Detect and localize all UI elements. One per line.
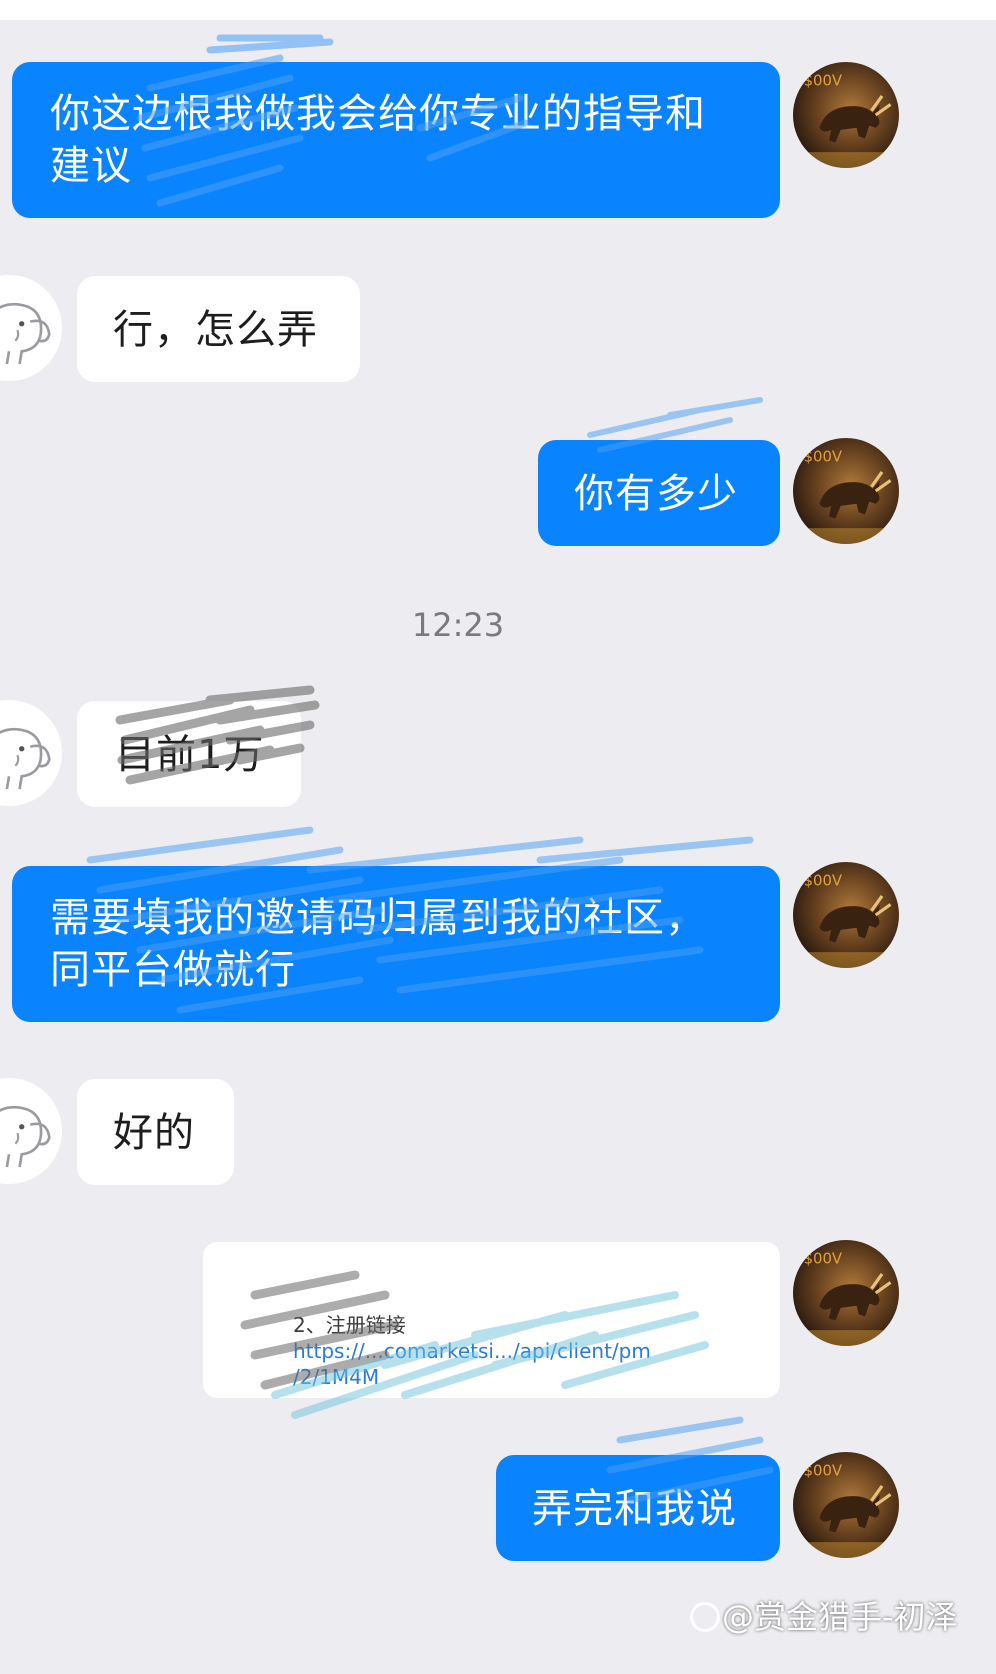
link-card-title: 2、注册链接 [293,1313,406,1337]
svg-text:$00V: $00V [804,1462,843,1479]
link-card-url-continued[interactable]: /2/1M4M [293,1364,740,1390]
message-bubble-outgoing[interactable]: 弄完和我说 [496,1455,780,1561]
link-card-url[interactable]: https://...comarketsi.../api/client/pm [293,1338,740,1364]
message-bubble-incoming[interactable]: 行，怎么弄 [77,276,360,382]
elephant-avatar-icon[interactable] [0,700,62,806]
bull-avatar-icon[interactable]: $00V [793,62,899,168]
message-bubble-incoming[interactable]: 目前1万 [77,701,301,807]
bull-avatar-icon[interactable]: $00V [793,1452,899,1558]
message-text: 行，怎么弄 [113,307,318,353]
elephant-avatar-icon[interactable] [0,275,62,381]
elephant-avatar-icon[interactable] [0,1078,62,1184]
svg-text:$00V: $00V [804,72,843,89]
watermark-logo-icon [690,1602,720,1632]
message-bubble-incoming[interactable]: 好的 [77,1079,234,1185]
message-bubble-outgoing[interactable]: 你这边根我做我会给你专业的指导和建议 [12,62,780,218]
status-strip [0,0,996,20]
registration-link-card[interactable]: 2、注册链接 https://...comarketsi.../api/clie… [203,1242,780,1398]
message-text: 好的 [113,1110,195,1156]
message-text: 你这边根我做我会给你专业的指导和建议 [50,91,706,189]
timestamp: 12:23 [411,606,505,644]
bull-avatar-icon[interactable]: $00V [793,438,899,544]
svg-text:$00V: $00V [804,1250,843,1267]
message-bubble-outgoing[interactable]: 你有多少 [538,440,780,546]
svg-text:$00V: $00V [804,872,843,889]
message-text: 你有多少 [574,471,738,517]
watermark: @赏金猎手-初泽 [690,1592,958,1638]
message-bubble-outgoing[interactable]: 需要填我的邀请码归属到我的社区，同平台做就行 [12,866,780,1022]
watermark-text: @赏金猎手-初泽 [722,1598,958,1636]
bull-avatar-icon[interactable]: $00V [793,862,899,968]
message-text: 弄完和我说 [532,1486,737,1532]
message-text: 需要填我的邀请码归属到我的社区，同平台做就行 [50,895,706,993]
svg-text:$00V: $00V [804,448,843,465]
message-text: 目前1万 [115,732,265,778]
bull-avatar-icon[interactable]: $00V [793,1240,899,1346]
